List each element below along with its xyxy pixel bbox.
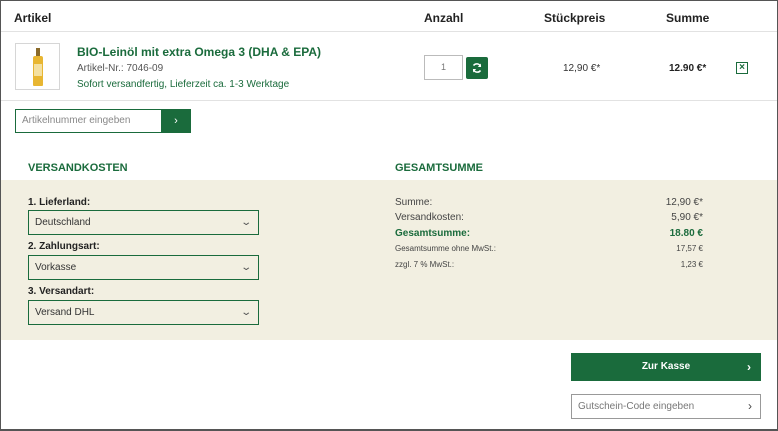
subtotal-label: Summe:	[395, 197, 433, 208]
coupon-input[interactable]: Gutschein-Code eingeben ›	[571, 394, 761, 419]
refresh-icon	[472, 63, 482, 73]
chevron-right-icon: ›	[747, 360, 751, 374]
product-article-number: Artikel-Nr.: 7046-09	[77, 63, 164, 74]
product-name-link[interactable]: BIO-Leinöl mit extra Omega 3 (DHA & EPA)	[77, 45, 321, 59]
coupon-placeholder: Gutschein-Code eingeben	[578, 401, 695, 412]
refresh-quantity-button[interactable]	[466, 57, 488, 79]
remove-item-button[interactable]: ×	[736, 62, 748, 74]
checkout-label: Zur Kasse	[641, 361, 691, 372]
product-shipping-info: Sofort versandfertig, Lieferzeit ca. 1-3…	[77, 79, 290, 90]
header-summe: Summe	[666, 11, 710, 25]
shipping-method-label: 3. Versandart:	[28, 286, 95, 297]
unit-price: 12,90 €*	[563, 63, 601, 74]
header-divider	[1, 31, 777, 32]
payment-label: 2. Zahlungsart:	[28, 241, 100, 252]
article-number-input[interactable]: Artikelnummer eingeben	[15, 109, 161, 133]
chevron-right-icon: ›	[748, 399, 752, 413]
header-artikel: Artikel	[14, 11, 52, 25]
product-thumbnail[interactable]	[15, 43, 60, 90]
vat-value: 1,23 €	[680, 260, 703, 269]
quantity-input[interactable]: 1	[424, 55, 463, 80]
header-anzahl: Anzahl	[424, 11, 464, 25]
product-bottle-icon	[33, 48, 43, 86]
grand-total-value: 18.80 €	[669, 228, 703, 239]
shipping-method-select[interactable]: Versand DHL ⌄	[28, 300, 259, 325]
chevron-down-icon: ⌄	[239, 262, 252, 273]
shipping-costs-title: VERSANDKOSTEN	[28, 162, 128, 174]
net-total-label: Gesamtsumme ohne MwSt.:	[395, 244, 496, 253]
country-label: 1. Lieferland:	[28, 197, 91, 208]
chevron-down-icon: ⌄	[239, 307, 252, 318]
vat-label: zzgl. 7 % MwSt.:	[395, 260, 455, 269]
grand-total-title: GESAMTSUMME	[395, 162, 483, 174]
shipping-method-select-value: Versand DHL	[35, 307, 95, 318]
row-total: 12.90 €*	[669, 63, 707, 74]
add-article-button[interactable]: ›	[161, 109, 191, 133]
net-total-value: 17,57 €	[676, 244, 703, 253]
checkout-button[interactable]: Zur Kasse ›	[571, 353, 761, 381]
country-select-value: Deutschland	[35, 217, 91, 228]
chevron-down-icon: ⌄	[239, 217, 252, 228]
country-select[interactable]: Deutschland ⌄	[28, 210, 259, 235]
grand-total-label: Gesamtsumme:	[395, 228, 471, 239]
shipping-cost-value: 5,90 €*	[671, 212, 703, 223]
subtotal-value: 12,90 €*	[665, 197, 703, 208]
payment-select-value: Vorkasse	[35, 262, 77, 273]
payment-select[interactable]: Vorkasse ⌄	[28, 255, 259, 280]
row-divider	[1, 100, 777, 101]
header-stueckpreis: Stückpreis	[544, 11, 606, 25]
shipping-cost-label: Versandkosten:	[395, 212, 464, 223]
